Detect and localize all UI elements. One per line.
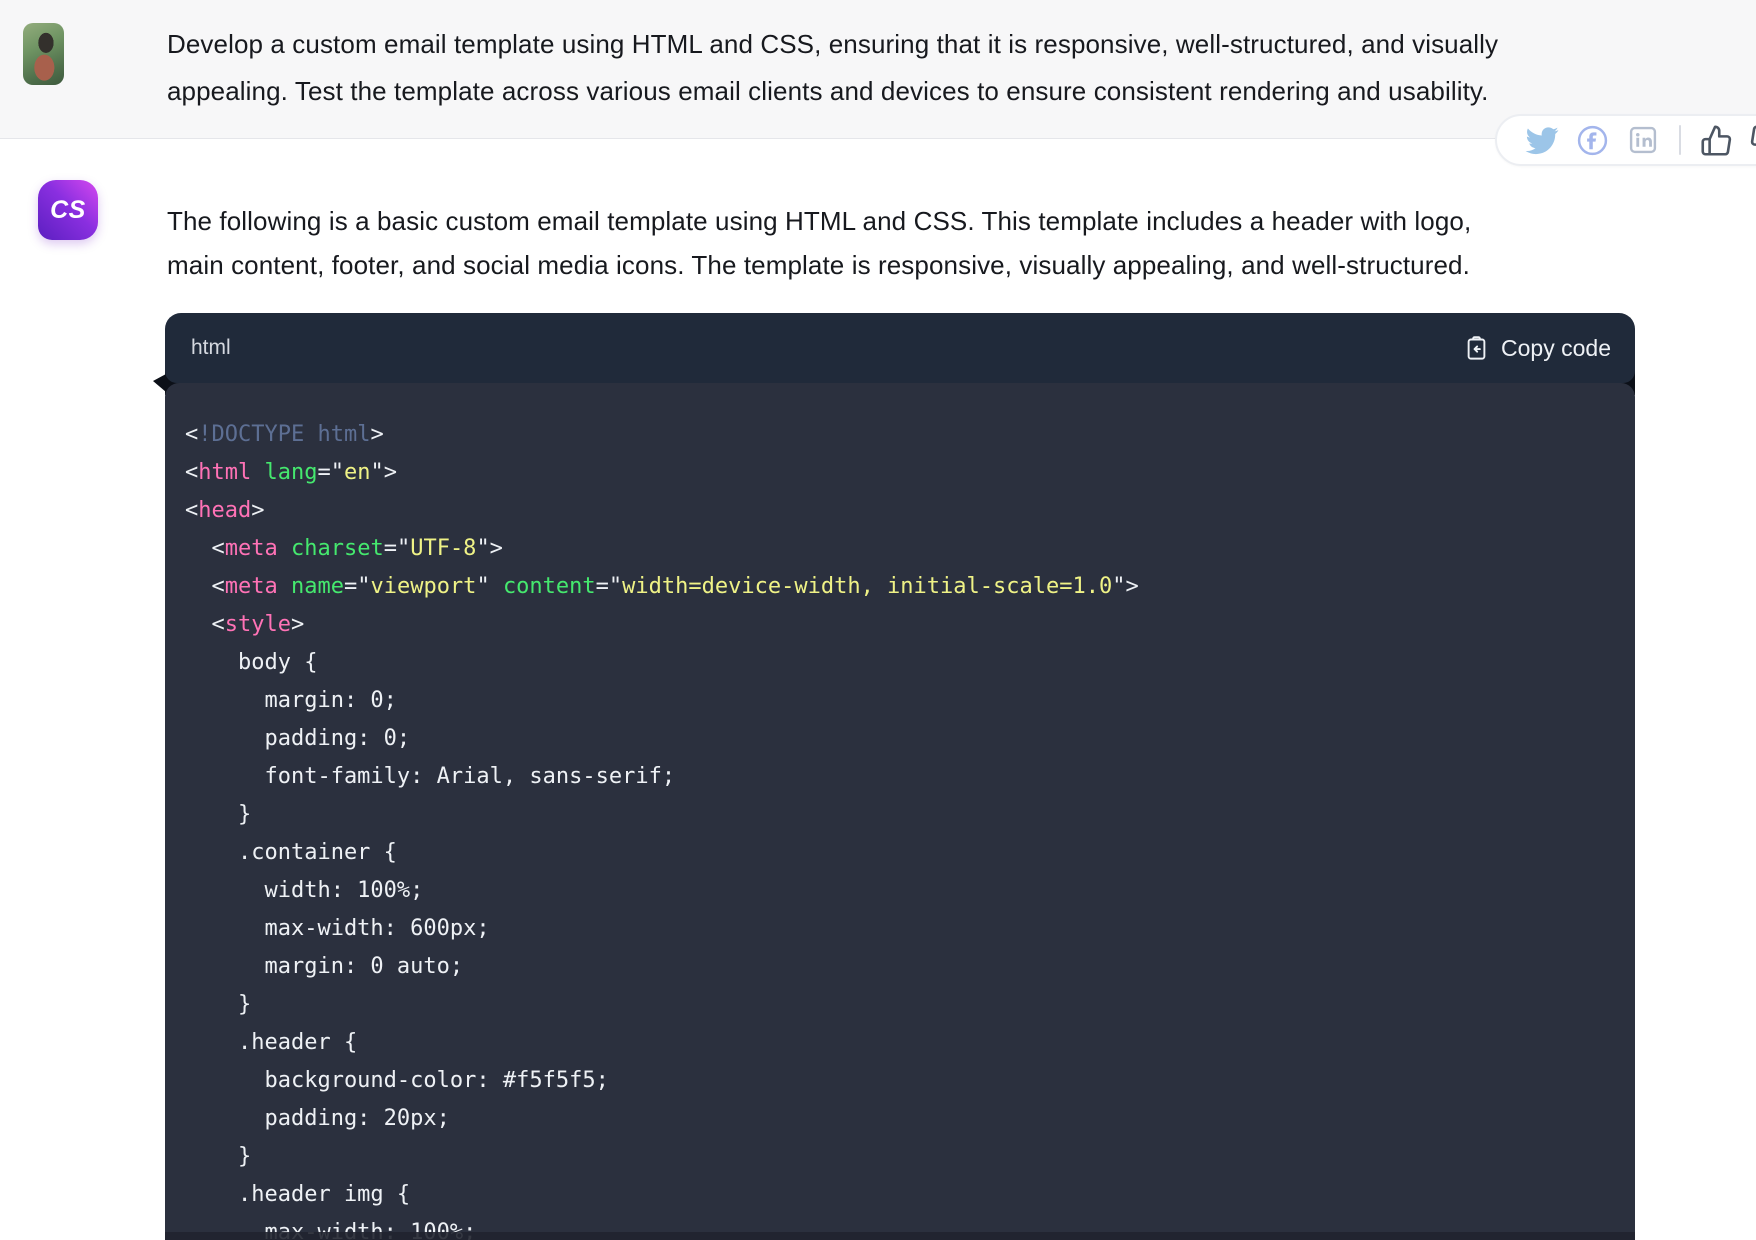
code-line: <html lang="en"> <box>185 460 397 485</box>
code-line: margin: 0; <box>185 688 397 713</box>
code-line: <!DOCTYPE html> <box>185 422 384 447</box>
thumbs-down-icon[interactable] <box>1749 124 1756 157</box>
code-line: max-width: 600px; <box>185 916 490 941</box>
user-avatar <box>23 23 64 85</box>
code-line: <head> <box>185 498 265 523</box>
code-line: } <box>185 992 252 1017</box>
toolbar-divider <box>1679 125 1681 155</box>
horizontal-scrollbar[interactable] <box>165 1232 1635 1240</box>
share-toolbar <box>1495 114 1756 166</box>
clipboard-copy-icon <box>1467 335 1486 360</box>
code-line: body { <box>185 650 318 675</box>
code-line: .header img { <box>185 1182 411 1207</box>
chat-screen: Develop a custom email template using HT… <box>0 0 1756 1240</box>
code-block-header: html Copy code <box>165 313 1635 383</box>
linkedin-share-icon[interactable] <box>1626 123 1660 157</box>
assistant-avatar-label: CS <box>50 195 86 224</box>
user-message: Develop a custom email template using HT… <box>167 21 1647 115</box>
twitter-share-icon[interactable] <box>1524 123 1559 158</box>
assistant-message: The following is a basic custom email te… <box>167 199 1647 287</box>
thumbs-up-icon[interactable] <box>1700 124 1733 157</box>
code-line: width: 100%; <box>185 878 424 903</box>
code-line: } <box>185 802 252 827</box>
code-line: background-color: #f5f5f5; <box>185 1068 609 1093</box>
user-message-line: appealing. Test the template across vari… <box>167 76 1489 106</box>
code-line: padding: 0; <box>185 726 411 751</box>
code-language-label: html <box>191 336 231 359</box>
code-line: <style> <box>185 612 305 637</box>
copy-code-label: Copy code <box>1501 334 1611 361</box>
code-body: <!DOCTYPE html> <html lang="en"> <head> <m… <box>165 383 1635 1240</box>
code-line: padding: 20px; <box>185 1106 450 1131</box>
code-line: } <box>185 1144 252 1169</box>
user-message-row: Develop a custom email template using HT… <box>0 0 1756 139</box>
copy-code-button[interactable]: Copy code <box>1463 335 1611 362</box>
facebook-share-icon[interactable] <box>1575 123 1610 158</box>
code-line: <meta name="viewport" content="width=dev… <box>185 574 1139 599</box>
user-message-line: Develop a custom email template using HT… <box>167 29 1499 59</box>
code-line: <meta charset="UTF-8"> <box>185 536 503 561</box>
code-line: .header { <box>185 1030 358 1055</box>
code-block: html Copy code <!DOCTYPE html> <html lang… <box>153 313 1635 1240</box>
code-line: font-family: Arial, sans-serif; <box>185 764 676 789</box>
code-content: <!DOCTYPE html> <html lang="en"> <head> <m… <box>165 383 1635 1240</box>
assistant-message-line: main content, footer, and social media i… <box>167 250 1470 280</box>
code-line: .container { <box>185 840 397 865</box>
assistant-message-line: The following is a basic custom email te… <box>167 206 1472 236</box>
code-line: margin: 0 auto; <box>185 954 464 979</box>
assistant-avatar: CS <box>38 180 98 240</box>
